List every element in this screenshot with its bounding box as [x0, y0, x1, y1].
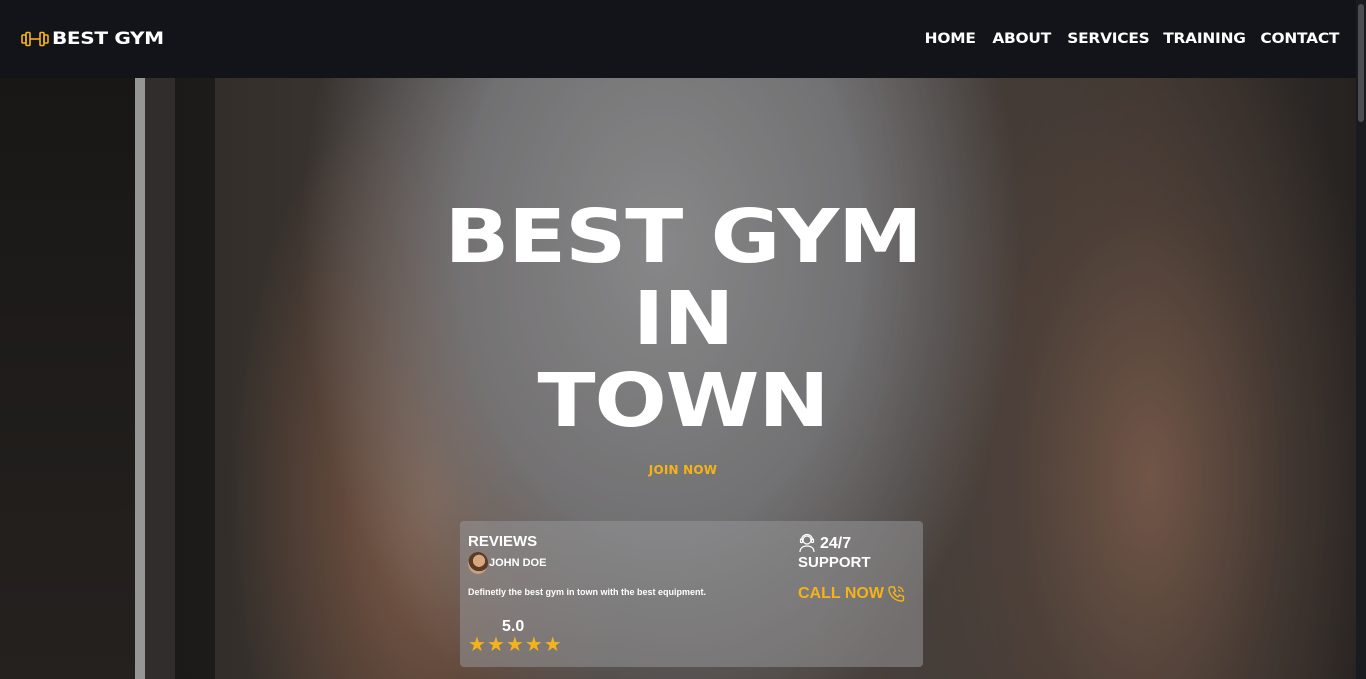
review-text: Definetly the best gym in town with the … [468, 587, 707, 597]
brand-logo[interactable]: BEST GYM [20, 29, 164, 49]
star-icon: ★ [543, 634, 562, 656]
rating-stars: ★ ★ ★ ★ ★ [468, 635, 562, 655]
support-agent-icon [799, 533, 815, 553]
call-now-button[interactable]: CALL NOW [798, 585, 905, 603]
reviews-title: REVIEWS [468, 533, 538, 550]
support-label: SUPPORT [798, 554, 871, 571]
nav-item-home[interactable]: HOME [925, 31, 976, 47]
hero-title-line: IN [632, 276, 735, 362]
call-now-label: CALL NOW [798, 585, 884, 602]
main-nav: HOME ABOUT SERVICES TRAINING CONTACT [925, 31, 1340, 47]
support-block: 24/7 SUPPORT CALL NOW [798, 533, 905, 603]
phone-icon [888, 586, 905, 602]
star-icon: ★ [524, 634, 543, 656]
scrollbar-thumb[interactable] [1358, 4, 1364, 122]
support-row: 24/7 [798, 533, 905, 553]
nav-item-training[interactable]: TRAINING [1164, 31, 1247, 47]
star-icon: ★ [468, 634, 486, 656]
hero-title: BEST GYM IN TOWN [0, 196, 1366, 442]
star-icon: ★ [505, 634, 524, 656]
nav-item-about[interactable]: ABOUT [993, 31, 1052, 47]
page-scrollbar[interactable] [1356, 0, 1366, 679]
reviewer: JOHN DOE [468, 552, 546, 574]
hero-title-line: BEST GYM [444, 194, 922, 280]
hero-title-line: TOWN [537, 358, 830, 444]
site-header: BEST GYM HOME ABOUT SERVICES TRAINING CO… [0, 0, 1356, 78]
dumbbell-icon [21, 31, 49, 47]
star-icon: ★ [486, 634, 505, 656]
join-now-button[interactable]: JOIN NOW [0, 463, 1366, 477]
avatar [468, 552, 488, 574]
reviewer-name: JOHN DOE [489, 557, 547, 569]
nav-item-contact[interactable]: CONTACT [1261, 31, 1340, 47]
brand-name: BEST GYM [52, 29, 164, 49]
nav-item-services[interactable]: SERVICES [1067, 31, 1149, 47]
info-card: REVIEWS JOHN DOE Definetly the best gym … [460, 521, 923, 667]
support-hours: 24/7 [820, 535, 852, 552]
